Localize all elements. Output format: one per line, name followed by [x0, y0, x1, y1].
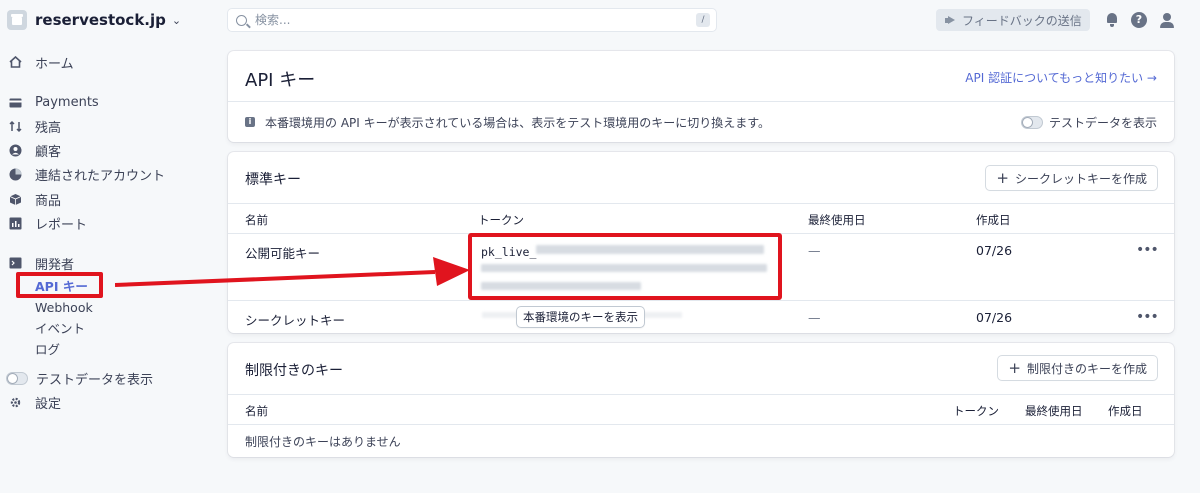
more-options-icon[interactable]: •••	[1136, 243, 1159, 257]
column-header-name: 名前	[245, 404, 268, 418]
sidebar-item-settings[interactable]: 設定	[8, 392, 61, 412]
account-name: reservestock.jp	[35, 11, 166, 29]
sidebar-item-connected-accounts[interactable]: 連結されたアカウント	[8, 164, 165, 184]
sidebar-item-payments[interactable]: Payments	[8, 92, 99, 112]
column-header-created: 作成日	[976, 213, 1011, 227]
restricted-keys-card: 制限付きのキー + 制限付きのキーを作成 名前 トークン 最終使用日 作成日 制…	[228, 343, 1174, 457]
key-last-used: —	[808, 243, 821, 258]
sidebar-item-label: 顧客	[35, 144, 62, 160]
sidebar-item-label: テストデータを表示	[36, 372, 154, 388]
gear-icon	[8, 395, 22, 409]
sidebar-subitem-webhook[interactable]: Webhook	[35, 298, 93, 316]
divider	[228, 203, 1174, 204]
token-highlight-box: pk_live_	[468, 233, 782, 300]
annotation-arrow	[115, 257, 470, 287]
toggle-switch[interactable]	[1020, 116, 1043, 129]
column-header-name: 名前	[245, 213, 268, 227]
api-keys-header-card: API キー API 認証についてもっと知りたい → i 本番環境用の API …	[228, 51, 1174, 142]
redacted-token-segment	[481, 264, 767, 272]
column-header-last-used: 最終使用日	[1025, 404, 1083, 418]
sidebar-subitem-events[interactable]: イベント	[35, 318, 85, 336]
divider	[228, 394, 1174, 395]
sidebar-item-reports[interactable]: レポート	[8, 213, 87, 233]
megaphone-icon	[945, 16, 957, 25]
notice-text: 本番環境用の API キーが表示されている場合は、表示をテスト環境用のキーに切り…	[265, 115, 771, 130]
payments-icon	[8, 95, 22, 109]
toggle-label: テストデータを表示	[1048, 116, 1157, 130]
test-data-toggle[interactable]: テストデータを表示	[1020, 114, 1157, 131]
annotation-highlight-box	[16, 272, 103, 298]
button-label: 制限付きのキーを作成	[1026, 361, 1147, 376]
search-icon	[236, 14, 247, 26]
sidebar-item-customers[interactable]: 顧客	[8, 140, 61, 160]
sidebar-item-home[interactable]: ホーム	[8, 52, 74, 72]
redacted-token-segment	[481, 282, 641, 290]
sidebar-item-balance[interactable]: 残高	[8, 116, 61, 136]
column-header-created: 作成日	[1108, 404, 1143, 418]
search-shortcut-hint: /	[696, 13, 710, 27]
sidebar-item-label: 設定	[35, 396, 62, 412]
bell-icon[interactable]	[1104, 12, 1120, 28]
sidebar-item-label: ホーム	[35, 56, 74, 72]
connected-accounts-icon	[8, 167, 22, 181]
sidebar-item-label: Payments	[35, 94, 99, 110]
search-bar[interactable]: /	[228, 9, 716, 31]
empty-state-text: 制限付きのキーはありません	[245, 435, 401, 449]
sidebar: reservestock.jp ⌄ ホーム Payments 残高 顧客 連結さ…	[0, 0, 215, 493]
balance-icon	[8, 119, 22, 133]
column-header-token: トークン	[953, 404, 999, 418]
sidebar-item-label: 残高	[35, 120, 62, 136]
sidebar-subitem-logs[interactable]: ログ	[35, 339, 60, 357]
button-label: シークレットキーを作成	[1014, 171, 1147, 186]
feedback-label: フィードバックの送信	[962, 13, 1082, 28]
plus-icon: +	[1008, 359, 1021, 377]
sidebar-item-label: 商品	[35, 193, 62, 209]
column-header-token: トークン	[478, 213, 524, 227]
products-icon	[8, 192, 22, 206]
divider	[228, 424, 1174, 425]
more-options-icon[interactable]: •••	[1136, 310, 1159, 324]
key-created: 07/26	[976, 243, 1013, 258]
learn-more-link[interactable]: API 認証についてもっと知りたい →	[965, 69, 1157, 86]
developers-icon	[8, 256, 22, 270]
page-title: API キー	[245, 70, 316, 91]
key-created: 07/26	[976, 310, 1013, 325]
info-icon: i	[245, 117, 255, 127]
section-title: 制限付きのキー	[245, 363, 343, 379]
column-header-last-used: 最終使用日	[808, 213, 866, 227]
redacted-token-segment	[536, 245, 764, 254]
home-icon	[8, 55, 22, 69]
chevron-down-icon: ⌄	[171, 13, 182, 27]
publishable-key-token[interactable]: pk_live_	[481, 245, 536, 259]
create-restricted-key-button[interactable]: + 制限付きのキーを作成	[998, 356, 1157, 380]
sidebar-item-developers[interactable]: 開発者	[8, 253, 74, 273]
account-switcher[interactable]: reservestock.jp ⌄	[7, 9, 181, 31]
key-name: シークレットキー	[245, 313, 346, 328]
reveal-live-key-button[interactable]: 本番環境のキーを表示	[517, 307, 644, 327]
user-icon[interactable]	[1159, 12, 1175, 28]
feedback-button[interactable]: フィードバックの送信	[936, 9, 1090, 31]
sidebar-test-data-toggle[interactable]: テストデータを表示	[6, 368, 153, 388]
plus-icon: +	[996, 169, 1009, 187]
sidebar-item-label: レポート	[35, 217, 88, 233]
key-last-used: —	[808, 310, 821, 325]
sidebar-item-label: 連結されたアカウント	[35, 168, 166, 184]
section-title: 標準キー	[245, 172, 301, 188]
search-input[interactable]	[255, 13, 675, 27]
create-secret-key-button[interactable]: + シークレットキーを作成	[986, 166, 1157, 190]
toggle-switch[interactable]	[6, 371, 28, 385]
account-logo-icon	[7, 10, 27, 30]
customers-icon	[8, 143, 22, 157]
sidebar-item-products[interactable]: 商品	[8, 189, 61, 209]
divider	[228, 300, 1174, 301]
reports-icon	[8, 216, 22, 230]
sidebar-item-label: 開発者	[35, 257, 75, 273]
help-icon[interactable]: ?	[1131, 12, 1147, 28]
